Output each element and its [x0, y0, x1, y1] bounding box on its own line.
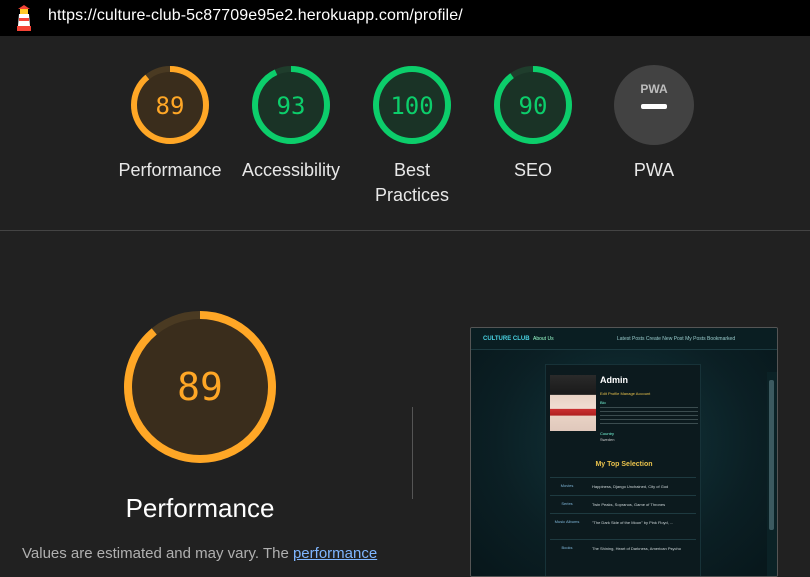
gauge-pwa[interactable]: PWA PWA: [594, 64, 714, 183]
gauge-best-practices[interactable]: 100 Best Practices: [352, 64, 472, 208]
lighthouse-icon: [17, 5, 31, 31]
thumb-country-value: Sweden: [600, 437, 615, 442]
thumb-row-key: Books: [561, 545, 573, 550]
thumb-row-value: Happiness, Django Unchained, City of God: [592, 484, 669, 489]
gauge-value: 93: [277, 92, 306, 120]
gauge-ring: 100: [373, 66, 451, 144]
gauge-label: PWA: [633, 160, 675, 180]
thumb-row: Series Twin Peaks, Sopranos, Game of Thr…: [550, 495, 696, 513]
gauge-label: Best Practices: [374, 160, 450, 205]
performance-big-gauge[interactable]: 89: [122, 309, 278, 465]
gauge-value: 90: [519, 92, 548, 120]
thumb-bio-text: [600, 407, 698, 427]
thumb-row: Movies Happiness, Django Unchained, City…: [550, 477, 696, 495]
thumb-row-key: Music Albums: [554, 519, 580, 524]
performance-title: Performance: [125, 493, 275, 523]
thumb-nav-links: Latest Posts Create New Post My Posts Bo…: [617, 336, 736, 342]
thumb-profile-card: Admin Edit Profile Manage Account Bio Co…: [545, 364, 701, 576]
score-summary: 89 Performance 93 Accessibility 100 Best Prac…: [0, 36, 810, 231]
thumb-row-value: Twin Peaks, Sopranos, Game of Thrones: [592, 502, 666, 507]
description-text: Values are estimated and may vary. The: [22, 545, 293, 562]
url-text[interactable]: https://culture-club-5c87709e95e2.heroku…: [48, 7, 463, 25]
gauge-ring: 93: [252, 66, 330, 144]
thumb-profile-links: Edit Profile Manage Account: [600, 391, 651, 396]
gauge-performance[interactable]: 89 Performance: [110, 64, 230, 183]
gauge-value: 89: [156, 92, 185, 120]
performance-section: 89 Performance Values are estimated and …: [0, 231, 810, 577]
thumb-row: Books The Shining, Heart of Darkness, Am…: [550, 539, 696, 557]
performance-description: Values are estimated and may vary. The p…: [22, 543, 402, 565]
page-screenshot: CULTURE CLUB About Us Latest Posts Creat…: [470, 327, 778, 577]
gauge-ring: PWA: [614, 65, 694, 145]
pwa-badge-text: PWA: [640, 82, 668, 96]
thumb-selection-title: My Top Selection: [595, 461, 653, 468]
gauge-label: SEO: [513, 160, 552, 180]
gauge-seo[interactable]: 90 SEO: [473, 64, 593, 183]
thumb-row-key: Movies: [560, 483, 574, 488]
performance-link[interactable]: performance: [293, 545, 377, 562]
thumb-brand: CULTURE CLUB: [483, 336, 530, 342]
thumb-row-value: "The Dark Side of the Moon" by Pink Floy…: [592, 520, 674, 525]
thumb-navbar: CULTURE CLUB About Us Latest Posts Creat…: [471, 328, 777, 350]
thumb-avatar: [550, 375, 596, 431]
address-bar: https://culture-club-5c87709e95e2.heroku…: [0, 0, 810, 36]
thumb-body: Admin Edit Profile Manage Account Bio Co…: [471, 350, 777, 576]
thumb-row-key: Series: [561, 501, 573, 506]
thumb-about-link: About Us: [533, 336, 554, 342]
gauge-ring: 90: [494, 66, 572, 144]
gauge-ring: 89: [131, 66, 209, 144]
thumb-scrollbar-thumb: [769, 380, 774, 530]
thumb-name: Admin: [600, 375, 628, 385]
thumb-row-value: The Shining, Heart of Darkness, American…: [592, 546, 681, 551]
gauge-label: Accessibility: [241, 160, 341, 180]
thumb-bio-heading: Bio: [600, 400, 606, 405]
thumb-country-heading: Country: [600, 431, 615, 436]
gauge-accessibility[interactable]: 93 Accessibility: [231, 64, 351, 183]
thumb-row: Music Albums "The Dark Side of the Moon"…: [550, 513, 696, 539]
vertical-divider: [412, 407, 413, 499]
gauge-label: Performance: [118, 160, 222, 180]
big-gauge-value: 89: [177, 365, 223, 409]
gauge-value: 100: [390, 92, 433, 120]
pwa-dash-icon: [641, 104, 667, 109]
